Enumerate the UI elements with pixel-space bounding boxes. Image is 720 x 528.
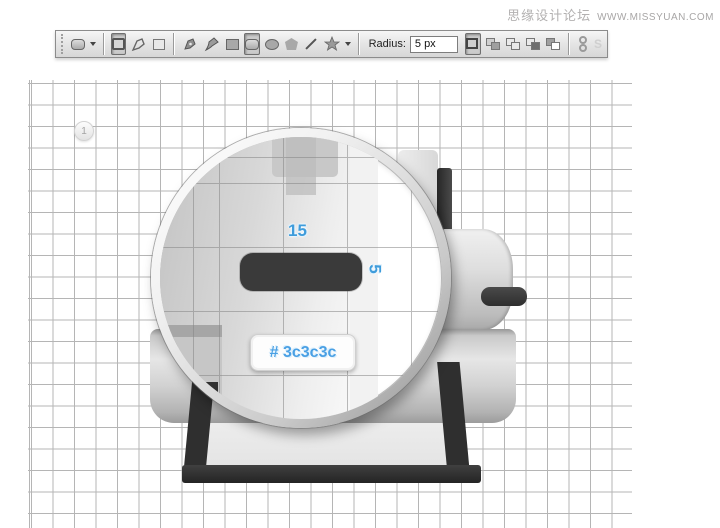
ellipse-tool-icon: [264, 38, 279, 50]
shape-options-caret-icon[interactable]: [344, 42, 351, 46]
color-hex-value: # 3c3c3c: [269, 343, 337, 361]
machine-handle-knob-shape: [481, 287, 527, 306]
step-number: 1: [81, 125, 87, 137]
magnifier-loupe: 15 5 # 3c3c3c: [151, 128, 451, 428]
rounded-rectangle-slot-shape: [240, 253, 362, 291]
pen-tool-button[interactable]: [181, 33, 199, 55]
photoshop-canvas-screenshot: 思缘设计论坛 WWW.MISSYUAN.COM Radius: 5 px S 1…: [0, 0, 720, 528]
fill-pixels-icon: [153, 38, 166, 50]
freeform-pen-tool-button[interactable]: [203, 33, 221, 55]
tool-preset-button[interactable]: [70, 33, 86, 55]
intersect-shape-areas-button[interactable]: [525, 33, 541, 55]
radius-option: Radius:: [368, 35, 458, 53]
create-new-shape-layer-button[interactable]: [464, 33, 481, 55]
toolbar-separator: [567, 33, 569, 55]
toolbar-separator: [173, 33, 174, 55]
magnifier-loupe-view: 15 5 # 3c3c3c: [160, 137, 442, 419]
machine-stand-base-shape: [182, 465, 481, 483]
rectangle-tool-button[interactable]: [225, 33, 240, 55]
new-shape-layer-icon: [465, 38, 480, 50]
slot-height-label: 5: [365, 264, 385, 274]
exclude-overlapping-areas-icon: [545, 38, 560, 50]
style-label-cropped: S: [593, 37, 602, 51]
ellipse-tool-button[interactable]: [264, 33, 280, 55]
paths-mode-button[interactable]: [130, 33, 148, 55]
subtract-from-shape-area-button[interactable]: [505, 33, 521, 55]
intersect-shape-areas-icon: [525, 38, 540, 50]
pen-tool-icon: [184, 38, 196, 50]
line-tool-button[interactable]: [303, 33, 319, 55]
fill-pixels-mode-button[interactable]: [152, 33, 166, 55]
rectangle-tool-icon: [225, 38, 239, 50]
custom-shape-star-icon: [323, 36, 340, 51]
paths-pen-icon: [131, 38, 145, 52]
add-shape-area-icon: [485, 38, 500, 50]
link-chain-icon: [578, 36, 587, 52]
rounded-rectangle-preset-icon: [71, 38, 86, 50]
rounded-rectangle-tool-button[interactable]: [243, 33, 260, 55]
watermark-site-name: 思缘设计论坛: [507, 8, 592, 23]
polygon-tool-icon: [284, 38, 298, 50]
watermark-site-url: WWW.MISSYUAN.COM: [597, 12, 714, 23]
slot-width-label: 15: [288, 221, 307, 240]
radius-input[interactable]: [409, 35, 458, 53]
link-shapes-button[interactable]: [576, 33, 590, 55]
tool-options-bar: Radius: S: [55, 30, 608, 58]
machine-side-cylinder-shape: [441, 229, 513, 330]
polygon-tool-button[interactable]: [284, 33, 299, 55]
custom-shape-tool-button[interactable]: [323, 33, 341, 55]
step-number-badge: 1: [74, 121, 94, 141]
watermark: 思缘设计论坛 WWW.MISSYUAN.COM: [507, 5, 714, 24]
preset-dropdown-caret-icon[interactable]: [90, 42, 97, 46]
toolbar-grip-handle[interactable]: [61, 34, 64, 54]
freeform-pen-tool-icon: [204, 37, 219, 52]
shape-layers-mode-button[interactable]: [110, 33, 126, 55]
color-value-tooltip: # 3c3c3c: [250, 334, 356, 371]
radius-label: Radius:: [368, 38, 406, 50]
exclude-overlapping-areas-button[interactable]: [545, 33, 561, 55]
line-tool-icon: [305, 38, 317, 50]
toolbar-separator: [103, 33, 104, 55]
add-to-shape-area-button[interactable]: [485, 33, 501, 55]
toolbar-separator: [357, 33, 359, 55]
rounded-rectangle-tool-icon: [244, 38, 259, 50]
shape-layers-icon: [111, 38, 125, 50]
subtract-shape-area-icon: [505, 38, 520, 50]
